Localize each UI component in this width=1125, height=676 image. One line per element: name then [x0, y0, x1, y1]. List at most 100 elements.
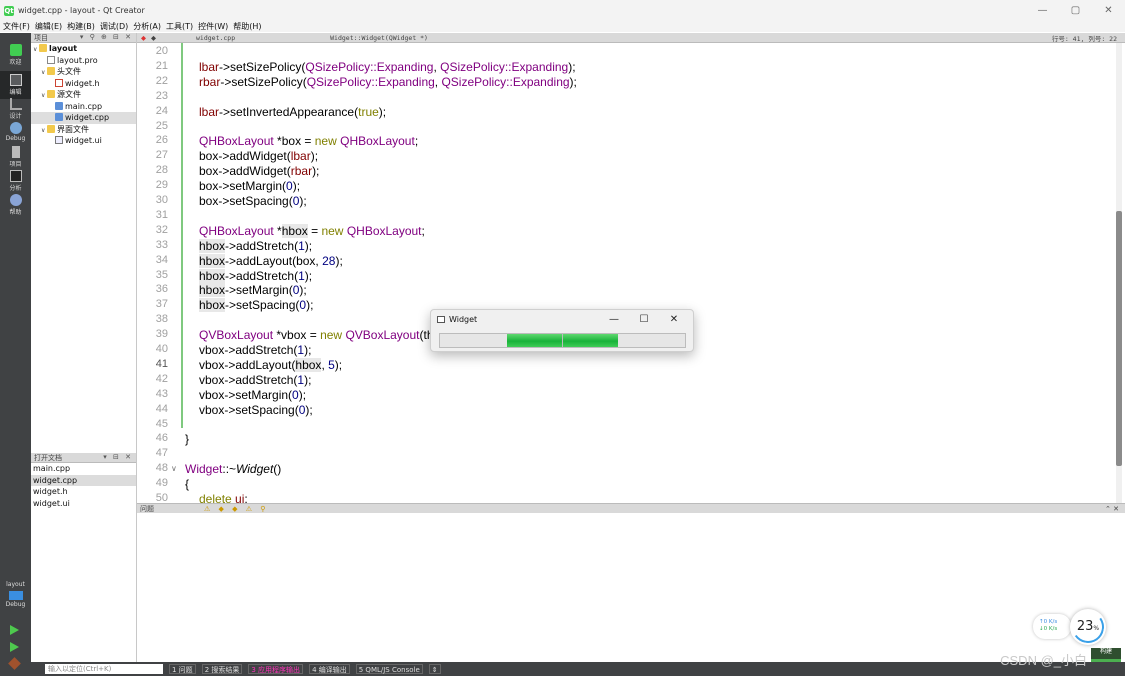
tree-item-label: widget.cpp: [65, 113, 110, 122]
line-number: 32: [155, 223, 168, 236]
line-number: 24: [155, 104, 168, 117]
build-button[interactable]: 构建: [1091, 648, 1121, 662]
menu-file[interactable]: 文件(F): [3, 21, 30, 32]
code-line: box->addWidget(lbar);: [199, 149, 318, 164]
minimize-button[interactable]: —: [1026, 0, 1059, 21]
tree-item[interactable]: main.cpp: [31, 101, 136, 113]
tab-qml-console[interactable]: 5 QML/JS Console: [355, 664, 423, 674]
widget-maximize-button[interactable]: ☐: [629, 313, 659, 327]
menu-debug[interactable]: 调试(D): [100, 21, 128, 32]
code-token: QHBoxLayout: [199, 134, 274, 149]
line-number-gutter: 20 21 22 23 24 25 26 27 28 29 30 31 32 33 34 35 36 37 38 39…: [137, 43, 177, 503]
widget-close-button[interactable]: ✕: [659, 313, 689, 327]
scrollbar-thumb[interactable]: [1116, 211, 1122, 466]
code-token: hbox: [295, 357, 322, 372]
issues-close-icon[interactable]: ⌃ ✕: [1105, 505, 1119, 513]
line-number: 29: [155, 179, 168, 192]
tree-item[interactable]: ∨ layout: [31, 43, 136, 55]
line-number: 34: [155, 253, 168, 266]
line-number: 37: [155, 298, 168, 311]
code-token: ->setSpacing(: [225, 298, 300, 313]
panel-tools[interactable]: ▾ ⊟ ✕: [103, 453, 133, 461]
tree-item[interactable]: ∨ 源文件: [31, 89, 136, 101]
code-editor[interactable]: 20 21 22 23 24 25 26 27 28 29 30 31 32 33 34 35 36 37 38 39…: [137, 43, 1125, 503]
code-token: ->addStretch(: [225, 238, 299, 253]
upload-speed: ↑0 K/s: [1039, 619, 1058, 625]
code-token: }: [185, 432, 190, 447]
build-hammer-icon[interactable]: [8, 657, 21, 670]
code-token: new: [320, 328, 343, 343]
menu-widget[interactable]: 控件(W): [198, 21, 228, 32]
tree-item[interactable]: layout.pro: [31, 55, 136, 67]
locator-input[interactable]: 输入以定位(Ctrl+K): [45, 664, 163, 674]
right-progress-fill: [563, 334, 618, 347]
issues-title: 问题: [140, 504, 154, 513]
debug-icon: [9, 122, 22, 134]
code-token: lbar: [199, 104, 220, 119]
tab-compile-output[interactable]: 4 编译输出: [309, 664, 350, 674]
line-number: 30: [155, 194, 168, 206]
panel-tools[interactable]: ▾ ⚲ ⊕ ⊟ ✕: [80, 33, 133, 41]
code-line: hbox->setSpacing(0);: [199, 298, 313, 313]
menu-build[interactable]: 构建(B): [67, 21, 95, 32]
symbol-combo[interactable]: Widget::Widget(QWidget *): [330, 34, 428, 42]
tab-toggle[interactable]: ⇕: [428, 664, 441, 674]
close-button[interactable]: ✕: [1092, 0, 1125, 21]
project-tree: ∨ layout layout.pro ∨ 头文件 widget.h ∨ 源文件 main.cp…: [31, 43, 136, 147]
kit-config: Debug: [5, 601, 26, 608]
tree-item[interactable]: widget.h: [31, 78, 136, 90]
open-doc-item[interactable]: widget.ui: [31, 498, 136, 510]
code-token: );: [310, 149, 319, 164]
maximize-button[interactable]: ▢: [1059, 0, 1092, 21]
menu-tools[interactable]: 工具(T): [166, 21, 193, 32]
current-file-combo[interactable]: widget.cpp: [196, 34, 235, 42]
code-token: ;: [414, 134, 419, 149]
left-progress-bar: [439, 333, 563, 348]
issues-panel: [137, 513, 1125, 662]
tree-item[interactable]: widget.cpp: [31, 112, 136, 124]
pro-file-icon: [47, 55, 55, 64]
code-token: true: [358, 104, 379, 119]
run-icon[interactable]: [10, 625, 19, 635]
code-token: new: [314, 134, 337, 149]
menu-bar: 文件(F) 编辑(E) 构建(B) 调试(D) 分析(A) 工具(T) 控件(W…: [0, 21, 1125, 32]
line-number: 39: [155, 328, 168, 341]
kit-selector[interactable]: layout Debug: [0, 579, 31, 615]
menu-analyze[interactable]: 分析(A): [133, 21, 161, 32]
vertical-scrollbar[interactable]: [1116, 43, 1122, 503]
open-doc-item[interactable]: widget.cpp: [31, 474, 136, 486]
code-token: );: [292, 179, 301, 194]
window-title: widget.cpp - layout - Qt Creator: [18, 6, 145, 15]
forward-arrow-icon[interactable]: ◆: [151, 34, 156, 42]
mode-help[interactable]: 帮助: [0, 191, 31, 219]
code-token: );: [312, 164, 320, 179]
tree-item[interactable]: widget.ui: [31, 135, 136, 147]
line-number: 27: [155, 149, 168, 162]
mode-welcome[interactable]: 欢迎: [0, 41, 31, 69]
menu-edit[interactable]: 编辑(E): [35, 21, 62, 32]
code-token: ::~: [222, 462, 237, 477]
menu-help[interactable]: 帮助(H): [233, 21, 261, 32]
code-token: );: [334, 357, 343, 372]
fold-chevron-icon[interactable]: ∨: [171, 464, 177, 473]
tab-app-output[interactable]: 3 应用程序输出: [248, 664, 304, 674]
tab-search-results[interactable]: 2 搜索结果: [201, 664, 243, 674]
tree-item[interactable]: ∨ 头文件: [31, 66, 136, 78]
widget-minimize-button[interactable]: —: [599, 313, 629, 327]
code-token: vbox->addStretch(: [199, 372, 298, 387]
code-token: );: [306, 298, 314, 313]
open-documents-panel: 打开文档 ▾ ⊟ ✕ main.cpp widget.cpp widget.h wid…: [31, 453, 137, 662]
widget-title: Widget: [449, 315, 478, 324]
open-doc-item[interactable]: widget.h: [31, 486, 136, 498]
code-token: );: [304, 372, 312, 387]
code-token: new: [321, 223, 344, 238]
debug-run-icon[interactable]: [10, 642, 19, 652]
back-arrow-icon[interactable]: ◆: [141, 34, 146, 42]
code-token: hbox: [199, 298, 226, 313]
code-token: );: [569, 74, 577, 89]
issues-filter-icons[interactable]: ⚠ ◆ ◆ ⚠ ⚲: [204, 505, 268, 513]
tree-item[interactable]: ∨ 界面文件: [31, 124, 136, 136]
open-doc-item[interactable]: main.cpp: [31, 463, 136, 475]
tab-issues[interactable]: 1 问题: [169, 664, 196, 674]
code-token: vbox->setMargin(: [199, 387, 293, 402]
